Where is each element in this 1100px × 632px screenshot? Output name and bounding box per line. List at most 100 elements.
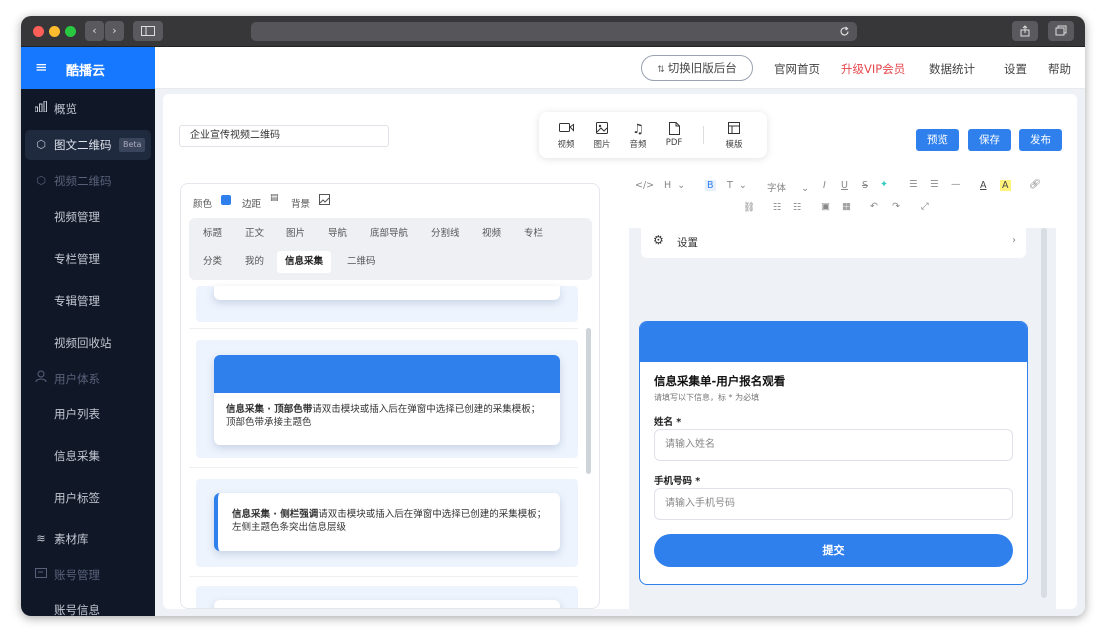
name-input[interactable]: 请输入姓名 xyxy=(654,429,1013,461)
background-image-icon[interactable] xyxy=(319,194,330,208)
sidebar-item-account-info[interactable]: 账号信息 xyxy=(21,595,155,616)
brand-name[interactable]: 酷播云 xyxy=(66,60,105,79)
ordered-list-icon[interactable]: ☷ xyxy=(773,202,782,213)
template-separator xyxy=(189,328,578,329)
forward-button[interactable]: › xyxy=(105,21,124,41)
font-select[interactable]: 字体 ⌄ xyxy=(767,180,809,194)
highlight-button[interactable]: A xyxy=(1000,180,1011,191)
sidebar-item-album-manage[interactable]: 专辑管理 xyxy=(21,286,155,316)
zoom-window-button[interactable] xyxy=(65,26,76,37)
template-item-top-band[interactable]: 信息采集 · 顶部色带请双击模块或插入后在弹窗中选择已创建的采集模板；顶部色带承… xyxy=(196,340,578,458)
sidebar-toggle-button[interactable] xyxy=(133,21,163,41)
sidebar-item-user-system[interactable]: 用户体系 xyxy=(21,364,155,394)
tab-body-text[interactable]: 正文 xyxy=(237,223,272,245)
template-title: 信息采集 · 侧栏强调 xyxy=(232,509,319,520)
tab-column[interactable]: 专栏 xyxy=(516,223,551,245)
nav-stats-link[interactable]: 数据统计 xyxy=(929,61,975,77)
browser-window: ‹ › ≡ 酷播云 ⇅ 切换旧版后台 官网首页 升级VIP会员 数据统计 设置 … xyxy=(21,16,1085,616)
color-swatch[interactable] xyxy=(221,195,231,205)
file-icon xyxy=(661,122,687,138)
tab-title[interactable]: 标题 xyxy=(195,223,230,245)
template-card xyxy=(214,600,560,608)
sidebar-item-account-manage[interactable]: 账号管理 xyxy=(21,560,155,590)
bold-button[interactable]: B xyxy=(705,180,716,191)
link-icon[interactable]: 🔗︎ xyxy=(1029,179,1041,190)
sidebar-item-user-list[interactable]: 用户列表 xyxy=(21,399,155,429)
tab-nav[interactable]: 导航 xyxy=(320,223,355,245)
strike-button[interactable]: S xyxy=(862,180,868,191)
sidebar-item-material[interactable]: ≋ 素材库 xyxy=(21,524,155,554)
font-color-button[interactable]: A xyxy=(980,180,987,191)
code-view-icon[interactable]: </> xyxy=(635,180,654,191)
image-icon[interactable]: ▣ xyxy=(821,201,830,212)
bullet-list-icon[interactable]: ☷ xyxy=(793,202,802,213)
editor-area: 企业宣传视频二维码 视频 图片 ♫ 音频 PDF 模版 预览 保存 发布 颜色 … xyxy=(163,94,1077,609)
underline-button[interactable]: U xyxy=(841,180,848,191)
align-left-icon[interactable]: ☰ xyxy=(909,179,918,190)
sidebar-item-video-recycle[interactable]: 视频回收站 xyxy=(21,328,155,358)
nav-settings-link[interactable]: 设置 xyxy=(1004,61,1027,77)
info-collect-form[interactable]: 信息采集单-用户报名观看 请填写以下信息，标 * 为必填 姓名 * 请输入姓名 … xyxy=(639,321,1028,585)
phone-input[interactable]: 请输入手机号码 xyxy=(654,488,1013,520)
title-input[interactable]: 企业宣传视频二维码 xyxy=(179,125,389,147)
layers-icon: ≋ xyxy=(36,532,46,545)
preview-scrollbar[interactable] xyxy=(1041,228,1047,598)
tab-info-collect[interactable]: 信息采集 xyxy=(277,251,332,273)
settings-row[interactable]: ⚙ 设置 › xyxy=(641,228,1026,258)
insert-audio-button[interactable]: ♫ 音频 xyxy=(625,122,651,150)
back-button[interactable]: ‹ xyxy=(85,21,104,41)
share-button[interactable] xyxy=(1012,21,1038,41)
close-window-button[interactable] xyxy=(33,26,44,37)
sidebar-item-info-collect[interactable]: 信息采集 xyxy=(21,441,155,471)
tab-qrcode[interactable]: 二维码 xyxy=(339,251,384,273)
publish-button[interactable]: 发布 xyxy=(1019,129,1062,151)
template-item-side-accent[interactable]: 信息采集 · 侧栏强调请双击模块或插入后在弹窗中选择已创建的采集模板；左侧主题色… xyxy=(196,479,578,567)
sidebar-item-video-qrcode[interactable]: ⬡ 视频二维码 xyxy=(21,166,155,196)
bar-chart-icon xyxy=(34,94,48,124)
insert-pdf-button[interactable]: PDF xyxy=(661,122,687,148)
undo-icon[interactable]: ↶ xyxy=(870,201,878,212)
minimize-window-button[interactable] xyxy=(49,26,60,37)
tab-category[interactable]: 分类 xyxy=(195,251,230,273)
template-item-partial-top[interactable] xyxy=(196,286,578,322)
tab-bottom-nav[interactable]: 底部导航 xyxy=(362,223,416,245)
redo-icon[interactable]: ↷ xyxy=(892,201,900,212)
template-icon xyxy=(721,122,747,138)
sidebar-item-overview[interactable]: 概览 xyxy=(21,94,155,124)
tab-image[interactable]: 图片 xyxy=(278,223,313,245)
top-navbar: ⇅ 切换旧版后台 官网首页 升级VIP会员 数据统计 设置 帮助 xyxy=(155,47,1085,89)
menu-icon[interactable]: ≡ xyxy=(35,58,48,76)
text-style-select[interactable]: T ⌄ xyxy=(727,180,747,191)
heading-select[interactable]: H ⌄ xyxy=(664,180,685,191)
preview-button[interactable]: 预览 xyxy=(916,129,959,151)
italic-button[interactable]: I xyxy=(823,180,826,191)
save-button[interactable]: 保存 xyxy=(968,129,1011,151)
nav-help-link[interactable]: 帮助 xyxy=(1048,61,1071,77)
margin-icon[interactable]: ▤ xyxy=(270,193,279,203)
tab-divider[interactable]: 分割线 xyxy=(423,223,468,245)
submit-button[interactable]: 提交 xyxy=(654,534,1013,567)
align-center-icon[interactable]: ☰ xyxy=(930,179,939,190)
sidebar-item-video-manage[interactable]: 视频管理 xyxy=(21,202,155,232)
nav-vip-link[interactable]: 升级VIP会员 xyxy=(841,61,905,77)
nav-home-link[interactable]: 官网首页 xyxy=(774,61,820,77)
sidebar-item-column-manage[interactable]: 专栏管理 xyxy=(21,244,155,274)
sidebar-item-user-tags[interactable]: 用户标签 xyxy=(21,483,155,513)
clear-format-icon[interactable]: ✦ xyxy=(880,179,888,190)
horizontal-rule-icon[interactable]: — xyxy=(951,179,961,190)
sidebar-item-graphic-qrcode[interactable]: ⬡ 图文二维码 Beta xyxy=(25,130,151,160)
fullscreen-icon[interactable]: ⤢ xyxy=(921,201,929,212)
insert-video-button[interactable]: 视频 xyxy=(553,122,579,150)
tab-mine[interactable]: 我的 xyxy=(237,251,272,273)
tabs-overview-button[interactable] xyxy=(1048,21,1074,41)
tab-video[interactable]: 视频 xyxy=(474,223,509,245)
switch-old-version-button[interactable]: ⇅ 切换旧版后台 xyxy=(641,55,753,81)
unlink-icon[interactable]: ⛓︎ xyxy=(743,202,755,213)
panel-scrollbar[interactable] xyxy=(586,328,591,474)
template-item-partial-bottom[interactable] xyxy=(196,586,578,608)
reload-icon[interactable] xyxy=(839,26,850,37)
table-icon[interactable]: ▦ xyxy=(842,201,851,212)
insert-template-button[interactable]: 模版 xyxy=(721,122,747,150)
address-bar[interactable] xyxy=(251,22,857,41)
insert-image-button[interactable]: 图片 xyxy=(589,122,615,150)
